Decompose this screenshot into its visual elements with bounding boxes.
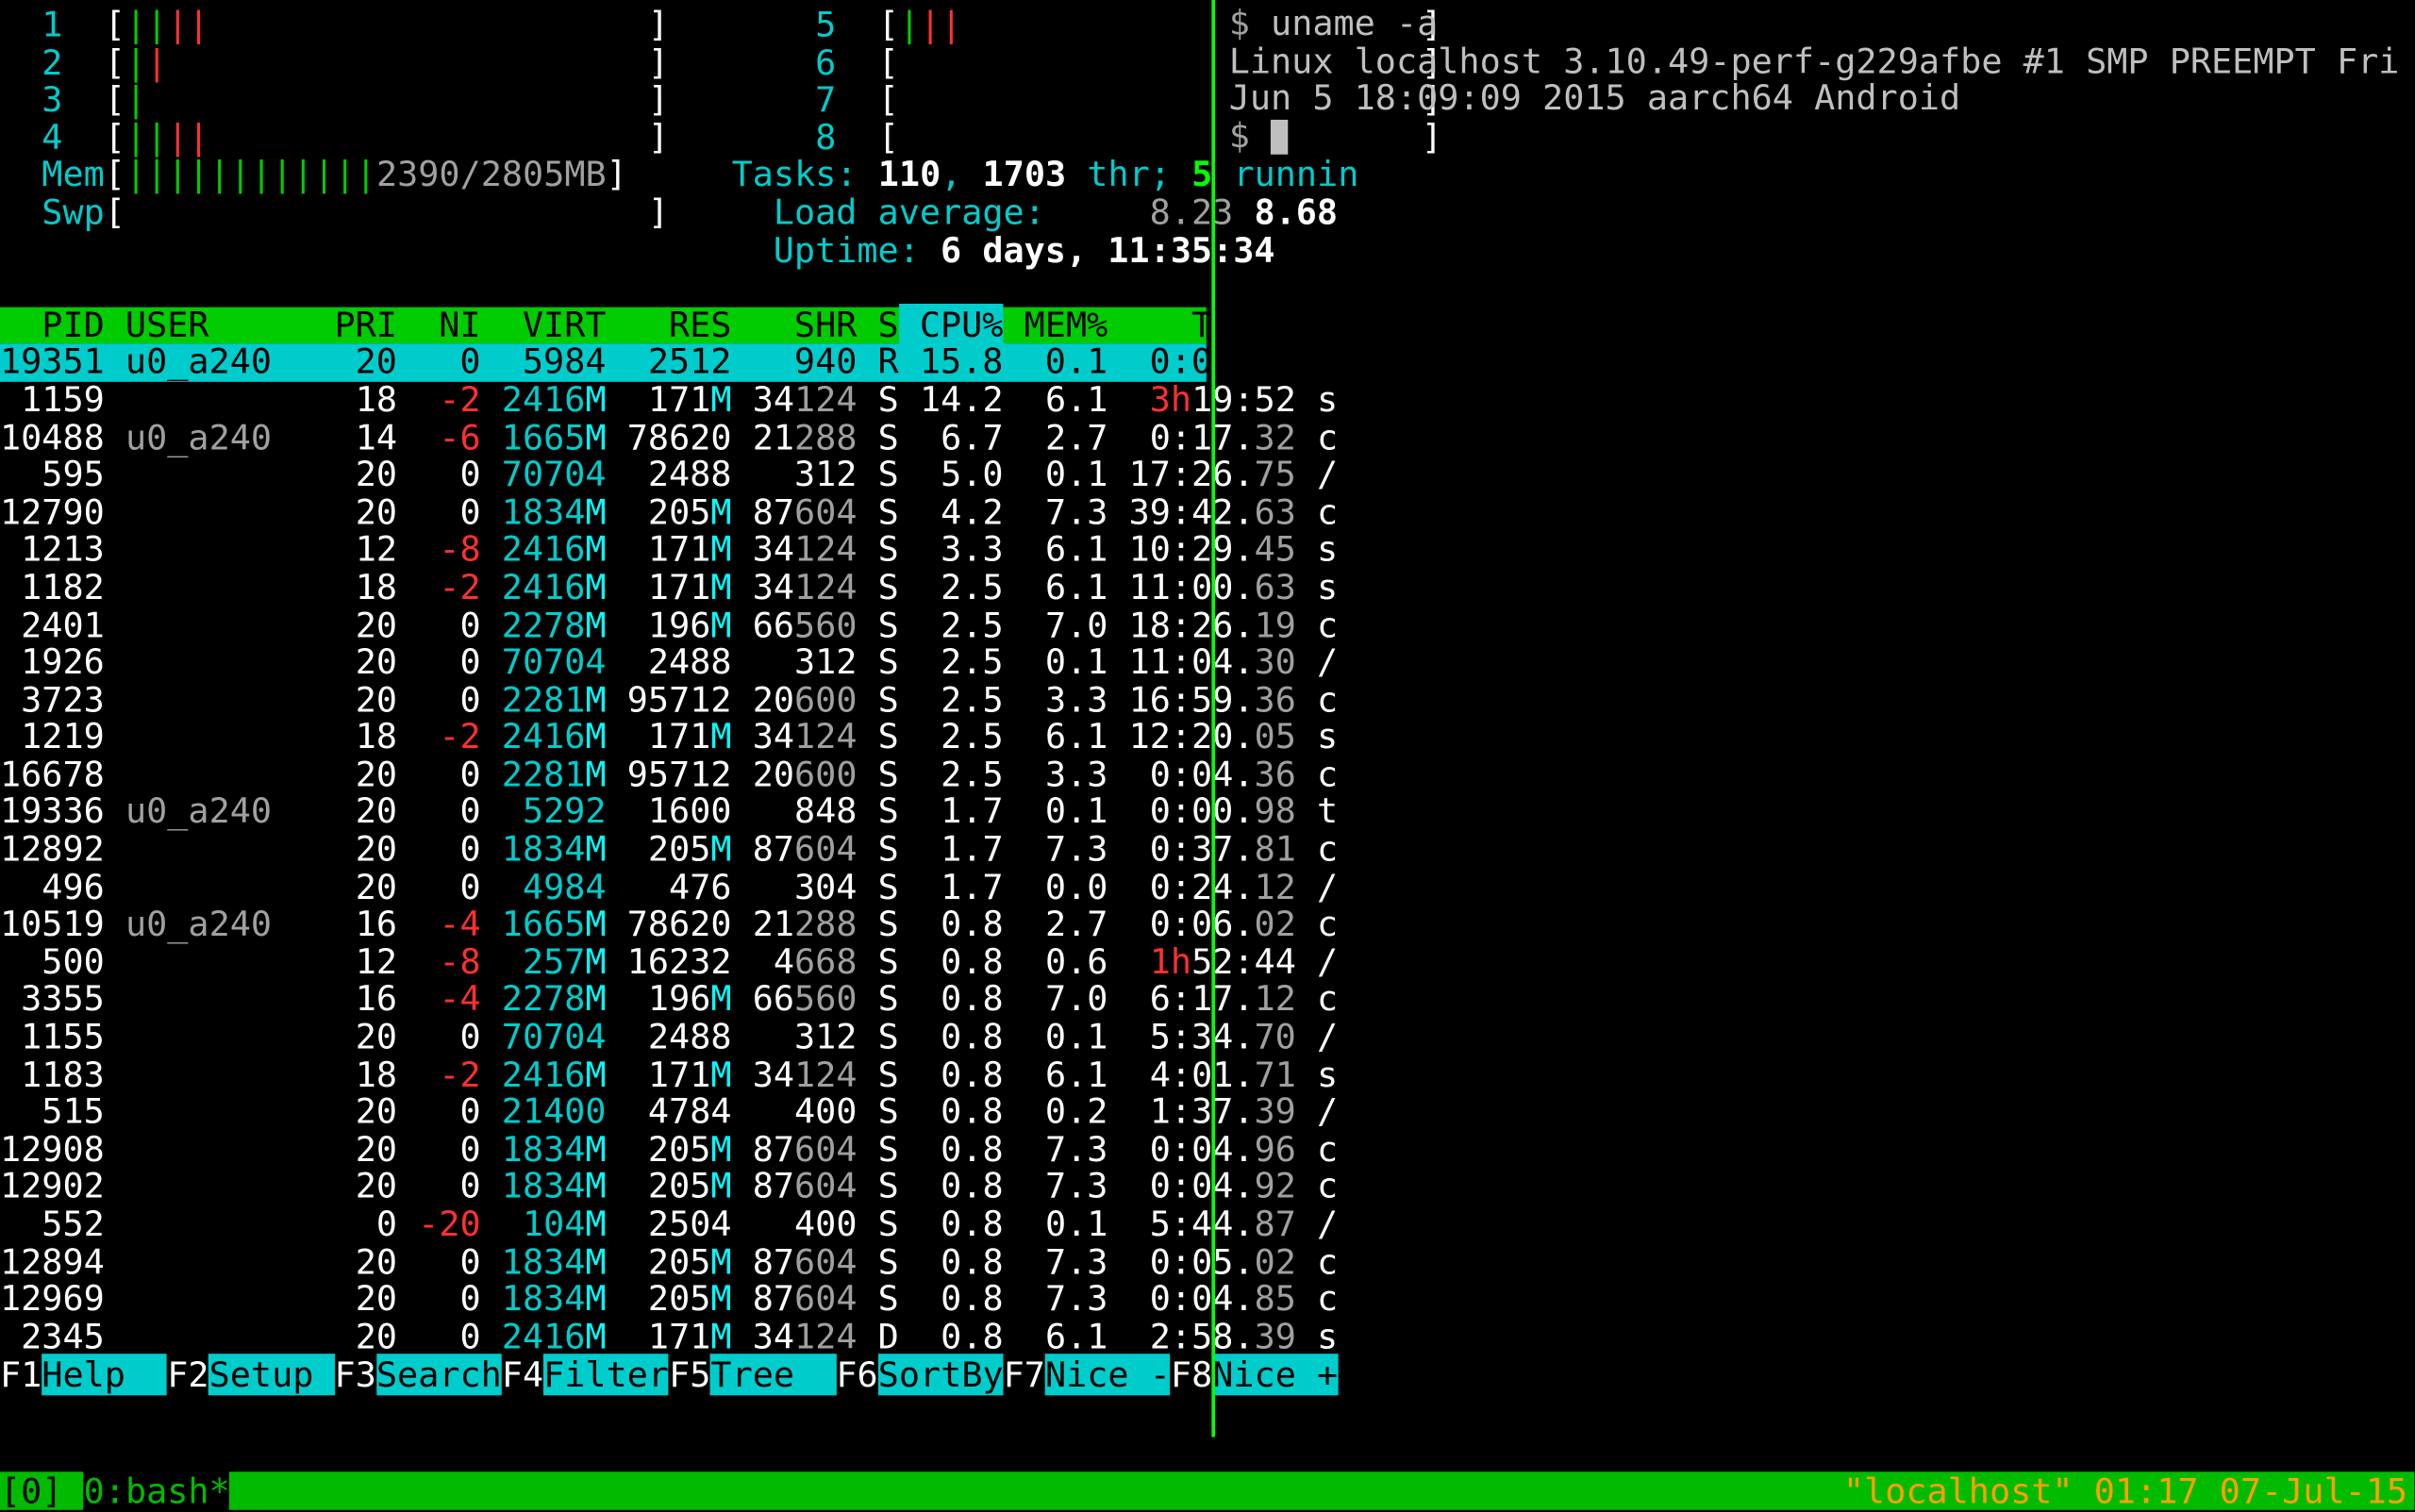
process-row[interactable]: 1219 18 -2 2416M 171M 34124 S 2.5 6.1 12… (0, 719, 1207, 756)
process-row[interactable]: 2401 20 0 2278M 196M 66560 S 2.5 7.0 18:… (0, 606, 1207, 644)
process-row[interactable]: 16678 20 0 2281M 95712 20600 S 2.5 3.3 0… (0, 756, 1207, 794)
fkey-F3[interactable]: F3 (335, 1354, 376, 1396)
process-row[interactable]: 10519 u0_a240 16 -4 1665M 78620 21288 S … (0, 906, 1207, 944)
process-row[interactable]: 12969 20 0 1834M 205M 87604 S 0.8 7.3 0:… (0, 1281, 1207, 1319)
process-row[interactable]: 1183 18 -2 2416M 171M 34124 S 0.8 6.1 4:… (0, 1056, 1207, 1094)
process-row[interactable]: 1159 18 -2 2416M 171M 34124 S 14.2 6.1 3… (0, 382, 1207, 420)
process-row[interactable]: 1213 12 -8 2416M 171M 34124 S 3.3 6.1 10… (0, 532, 1207, 570)
process-row[interactable]: 496 20 0 4984 476 304 S 1.7 0.0 0:24.12 … (0, 869, 1207, 906)
process-row[interactable]: 10488 u0_a240 14 -6 1665M 78620 21288 S … (0, 419, 1207, 457)
htop-pane[interactable]: 1 [|||| ] 5 [||| ] 2 [|| ] 6 [ ] 3 [| ] … (0, 0, 1207, 1471)
tmux-statusbar[interactable]: [0] 0:bash* "localhost" 01:17 07-Jul-15 (0, 1471, 2414, 1509)
fkey-F4[interactable]: F4 (502, 1354, 543, 1396)
fkey-F1[interactable]: F1 (0, 1354, 42, 1396)
process-row[interactable]: 500 12 -8 257M 16232 4668 S 0.8 0.6 1h52… (0, 944, 1207, 982)
process-row[interactable]: 3355 16 -4 2278M 196M 66560 S 0.8 7.0 6:… (0, 981, 1207, 1019)
pane-divider[interactable] (1211, 0, 1215, 1437)
fkey-F8[interactable]: F8 (1171, 1354, 1212, 1396)
process-row[interactable]: 552 0 -20 104M 2504 400 S 0.8 0.1 5:44.8… (0, 1206, 1207, 1244)
shell-pane[interactable]: $ uname -a Linux localhost 3.10.49-perf-… (1224, 0, 2414, 1471)
process-row[interactable]: 12902 20 0 1834M 205M 87604 S 0.8 7.3 0:… (0, 1169, 1207, 1206)
process-row[interactable]: 12892 20 0 1834M 205M 87604 S 1.7 7.3 0:… (0, 831, 1207, 869)
process-row[interactable]: 19336 u0_a240 20 0 5292 1600 848 S 1.7 0… (0, 794, 1207, 832)
function-key-bar[interactable]: F1Help F2Setup F3SearchF4FilterF5Tree F6… (0, 1356, 1207, 1394)
process-row[interactable]: 12894 20 0 1834M 205M 87604 S 0.8 7.3 0:… (0, 1244, 1207, 1282)
process-row[interactable]: 2345 20 0 2416M 171M 34124 D 0.8 6.1 2:5… (0, 1319, 1207, 1356)
fkey-F5[interactable]: F5 (669, 1354, 710, 1396)
shell-cmd-line: $ uname -a (1229, 6, 2415, 43)
process-row[interactable]: 12790 20 0 1834M 205M 87604 S 4.2 7.3 39… (0, 494, 1207, 532)
process-row[interactable]: 1926 20 0 70704 2488 312 S 2.5 0.1 11:04… (0, 644, 1207, 682)
fkey-F6[interactable]: F6 (836, 1354, 877, 1396)
process-row[interactable]: 515 20 0 21400 4784 400 S 0.8 0.2 1:37.3… (0, 1094, 1207, 1132)
process-row[interactable]: 1182 18 -2 2416M 171M 34124 S 2.5 6.1 11… (0, 569, 1207, 606)
statusbar-left: [0] 0:bash* (0, 1471, 230, 1509)
shell-prompt[interactable]: $ (1229, 118, 2415, 156)
process-row[interactable]: 1155 20 0 70704 2488 312 S 0.8 0.1 5:34.… (0, 1019, 1207, 1056)
process-row[interactable]: 3723 20 0 2281M 95712 20600 S 2.5 3.3 16… (0, 682, 1207, 720)
shell-output: Linux localhost 3.10.49-perf-g229afbe #1… (1229, 42, 2415, 117)
process-row[interactable]: 12908 20 0 1834M 205M 87604 S 0.8 7.3 0:… (0, 1131, 1207, 1169)
selected-process-row[interactable]: 19351 u0_a240 20 0 5984 2512 940 R 15.8 … (0, 344, 1207, 382)
fkey-F7[interactable]: F7 (1004, 1354, 1045, 1396)
statusbar-right: "localhost" 01:17 07-Jul-15 (1843, 1471, 2415, 1509)
fkey-F2[interactable]: F2 (167, 1354, 208, 1396)
meters-block: 1 [|||| ] 5 [||| ] 2 [|| ] 6 [ ] 3 [| ] … (0, 0, 1207, 307)
process-list[interactable]: 1159 18 -2 2416M 171M 34124 S 14.2 6.1 3… (0, 382, 1207, 1356)
process-header[interactable]: PID USER PRI NI VIRT RES SHR S CPU% MEM%… (0, 307, 1207, 344)
process-row[interactable]: 595 20 0 70704 2488 312 S 5.0 0.1 17:26.… (0, 457, 1207, 494)
cursor-icon (1271, 121, 1288, 156)
